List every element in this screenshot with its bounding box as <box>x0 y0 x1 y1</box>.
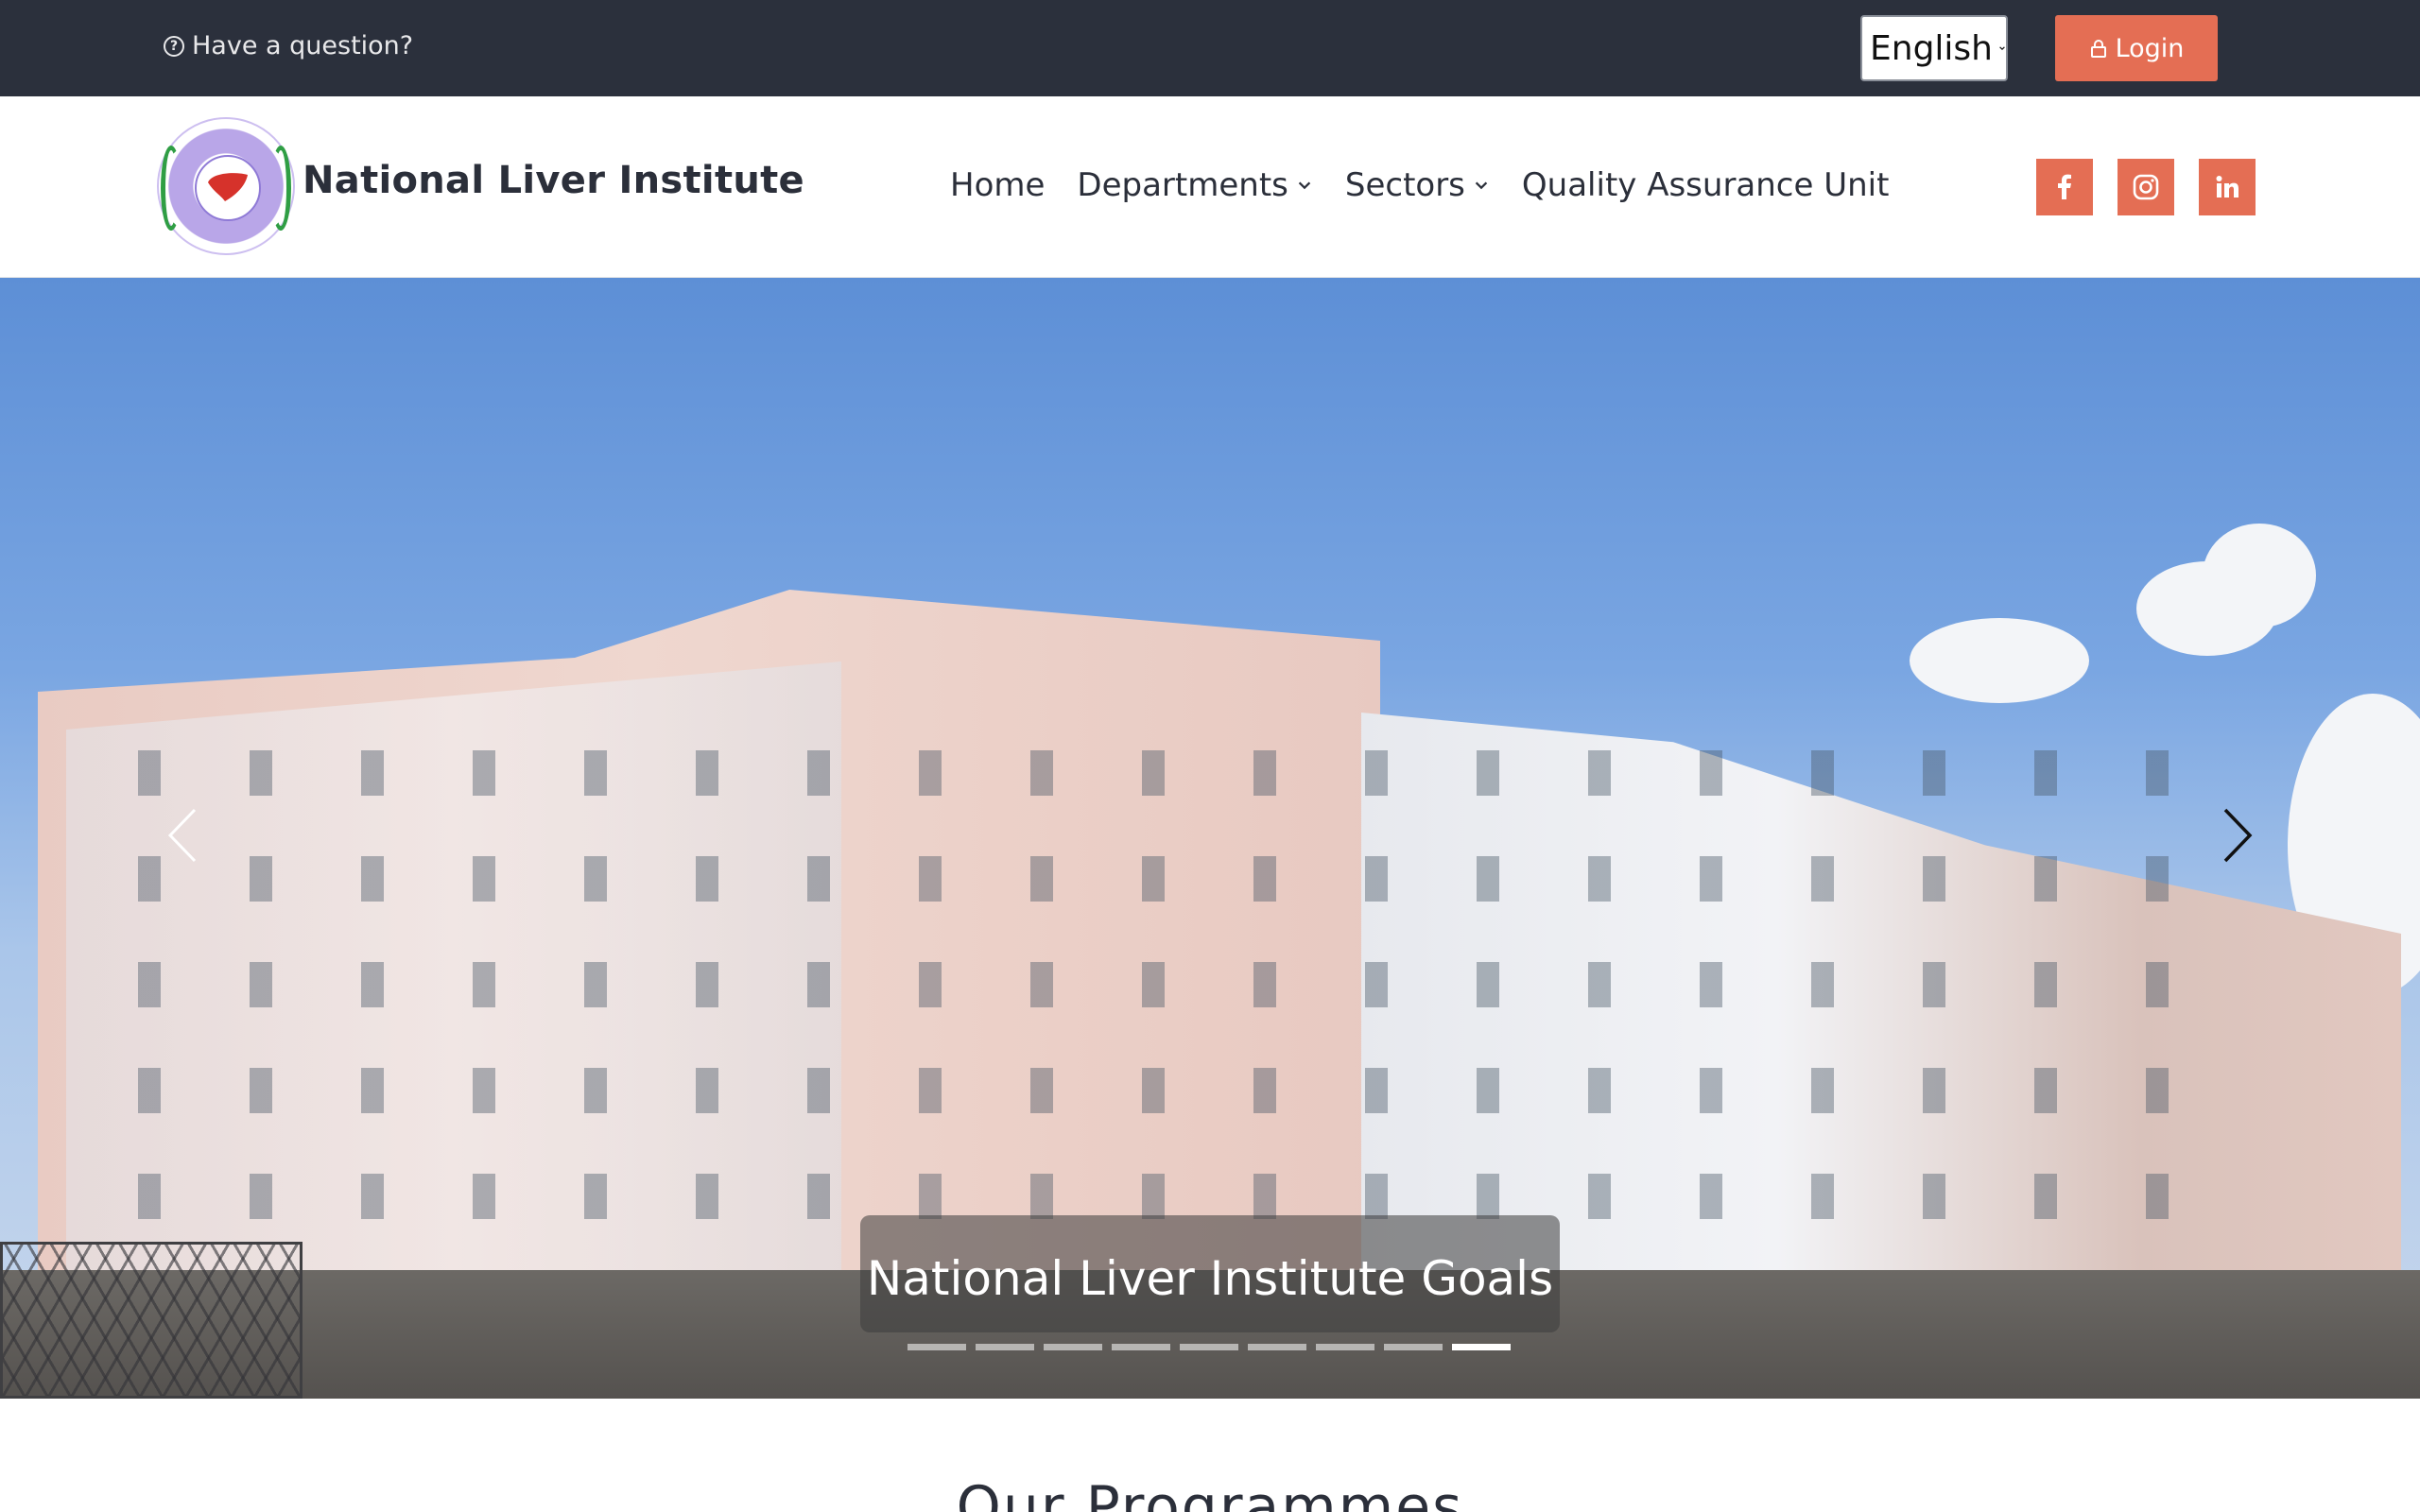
nav-departments[interactable]: Departments <box>1077 166 1312 204</box>
instagram-icon <box>2133 174 2159 200</box>
chevron-down-icon <box>1999 46 2005 51</box>
linkedin-icon <box>2216 176 2238 198</box>
facebook-button[interactable] <box>2036 159 2093 215</box>
carousel-indicator[interactable] <box>1384 1344 1443 1350</box>
carousel-indicator[interactable] <box>1044 1344 1102 1350</box>
institute-logo[interactable] <box>157 117 295 255</box>
nav-home[interactable]: Home <box>950 166 1045 204</box>
language-value: English <box>1870 28 1993 68</box>
chevron-down-icon <box>1475 181 1488 190</box>
chevron-down-icon <box>1298 181 1311 190</box>
nav-quality-label: Quality Assurance Unit <box>1521 166 1890 204</box>
instagram-button[interactable] <box>2118 159 2174 215</box>
cloud <box>1910 618 2089 703</box>
carousel-indicator[interactable] <box>1452 1344 1511 1350</box>
cloud <box>2203 524 2316 627</box>
carousel-indicator[interactable] <box>1248 1344 1306 1350</box>
linkedin-button[interactable] <box>2199 159 2256 215</box>
question-text: Have a question? <box>192 31 414 60</box>
facebook-icon <box>2058 174 2071 199</box>
have-question-link[interactable]: ? Have a question? <box>164 31 413 60</box>
carousel-indicator[interactable] <box>1180 1344 1238 1350</box>
carousel-prev-button[interactable] <box>153 798 210 873</box>
carousel-indicator[interactable] <box>908 1344 966 1350</box>
lock-icon <box>2090 40 2106 58</box>
chevron-right-icon <box>2223 808 2253 863</box>
carousel-next-button[interactable] <box>2210 798 2267 873</box>
liver-icon <box>195 155 261 221</box>
login-label: Login <box>2115 33 2185 63</box>
carousel-indicator[interactable] <box>976 1344 1034 1350</box>
nav-quality-assurance[interactable]: Quality Assurance Unit <box>1522 166 1890 204</box>
main-nav: Home Departments Sectors Quality Assuran… <box>950 166 1921 204</box>
nav-departments-label: Departments <box>1077 166 1288 204</box>
site-header: National Liver Institute Home Department… <box>0 96 2420 278</box>
login-button[interactable]: Login <box>2055 15 2218 81</box>
chevron-left-icon <box>167 808 197 863</box>
top-bar: ? Have a question? English Login <box>0 0 2420 96</box>
wreath-left <box>161 146 182 231</box>
carousel-indicator[interactable] <box>1112 1344 1170 1350</box>
site-title[interactable]: National Liver Institute <box>302 159 804 202</box>
question-icon: ? <box>164 35 184 57</box>
nav-home-label: Home <box>950 166 1046 204</box>
section-title: Our Programmes <box>956 1474 1464 1512</box>
hero-carousel: National Liver Institute Goals <box>0 278 2420 1399</box>
slide-caption: National Liver Institute Goals <box>866 1251 1554 1306</box>
nav-sectors[interactable]: Sectors <box>1345 166 1490 204</box>
carousel-indicator[interactable] <box>1316 1344 1374 1350</box>
nav-sectors-label: Sectors <box>1344 166 1465 204</box>
language-select[interactable]: English <box>1860 15 2008 81</box>
wreath-right <box>270 146 291 231</box>
carousel-indicators <box>908 1344 1511 1350</box>
